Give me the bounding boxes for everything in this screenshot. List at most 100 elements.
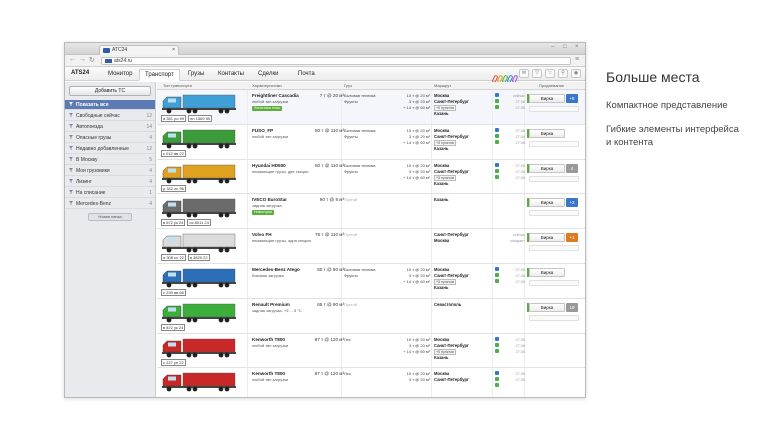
- birka-button[interactable]: Вирка: [529, 163, 565, 173]
- close-tab-icon[interactable]: ×: [172, 46, 175, 55]
- nav-mail[interactable]: Почта: [293, 69, 320, 81]
- extend-slot[interactable]: [529, 175, 579, 182]
- loading-type: ппывающие грузы, одна секция: [252, 238, 311, 244]
- app-navbar: ATS24 Монитор Транспорт Грузы Контакты С…: [65, 67, 585, 84]
- forward-icon[interactable]: →: [79, 56, 86, 63]
- table-row[interactable]: а 351 ро 99 ен 1569 55 Freightliner Cascad…: [157, 90, 585, 125]
- table-row[interactable]: в 872 ук 24 ос 8011 24 IVECO EuroStar задня…: [157, 194, 585, 230]
- license-plates: а 308 ос 22 в 3820 22: [161, 254, 212, 262]
- header-specs[interactable]: Характеристики: [252, 82, 282, 90]
- vehicle-name[interactable]: Freightliner Cascadia: [252, 93, 299, 98]
- table-row[interactable]: с 227 ун 22 Kenworth T800 любой тип загруз…: [157, 333, 585, 369]
- extend-control: Вирка +2: [527, 198, 580, 208]
- sidebar-item[interactable]: Показать все: [65, 100, 155, 110]
- vehicle-name[interactable]: Renault Premium: [252, 302, 290, 307]
- birka-button[interactable]: Вирка: [529, 198, 565, 208]
- nav-monitor[interactable]: Монитор: [103, 69, 137, 81]
- license-plate: а 308 ос 22: [161, 254, 186, 262]
- search-icon[interactable]: ⚲: [558, 69, 568, 78]
- table-row[interactable]: Kenworth T800 любой тип загрузки 87 т @ 12…: [157, 368, 585, 397]
- filter-icon: [69, 168, 73, 172]
- table-row[interactable]: а 308 ос 22 в 3820 22 Volvo FH ппывающие гр…: [157, 229, 585, 264]
- reload-icon[interactable]: ↻: [89, 56, 95, 64]
- header-type[interactable]: Тип транспорта: [163, 82, 192, 90]
- nav-deals[interactable]: Сделки: [253, 69, 283, 81]
- nav-cargo[interactable]: Грузы: [183, 69, 209, 81]
- promo-title: Больше места: [606, 69, 700, 85]
- extend-slot[interactable]: [529, 245, 579, 252]
- header-extend[interactable]: Продлевание: [539, 82, 564, 90]
- nav-contacts[interactable]: Контакты: [213, 69, 249, 81]
- table-row[interactable]: с 012 ав 22 FUSO_FP любой тип загрузки 50 т…: [157, 124, 585, 160]
- favorite-icon[interactable]: ☆: [545, 69, 555, 78]
- address-bar: ← → ↻ ats24.ru ≡: [65, 55, 585, 67]
- table-row[interactable]: р 342 ос 96 Hyundai HD500 ппывающие грузы,…: [157, 159, 585, 195]
- filter-icon: [69, 146, 73, 150]
- sidebar-item[interactable]: В Москву 5: [65, 155, 155, 165]
- back-icon[interactable]: ←: [69, 56, 76, 63]
- vehicle-name[interactable]: Kenworth T800: [252, 371, 285, 376]
- extend-count-badge[interactable]: +1: [566, 233, 578, 243]
- extend-slot[interactable]: [529, 314, 579, 321]
- sidebar-item[interactable]: Недавно добавленные 12: [65, 144, 155, 154]
- filter-icon: [69, 135, 73, 139]
- birka-button[interactable]: Вирка: [529, 233, 565, 243]
- header-cargo[interactable]: Груз: [344, 82, 352, 90]
- header-route[interactable]: Маршрут: [434, 82, 451, 90]
- sidebar-item[interactable]: Опасные грузы 4: [65, 133, 155, 143]
- extend-slot[interactable]: [529, 279, 579, 286]
- new-folder-button[interactable]: Новая папка: [88, 213, 132, 221]
- add-vehicle-button[interactable]: Добавить ТС: [69, 86, 151, 96]
- extend-count-badge[interactable]: 4: [566, 163, 578, 173]
- loading-type: ппывающие грузы, две секции: [252, 168, 309, 174]
- extend-slot[interactable]: [529, 140, 579, 147]
- sidebar-item-label: Лизинг: [76, 179, 92, 185]
- extend-count-badge[interactable]: +8: [566, 94, 578, 103]
- mail-icon[interactable]: ✉: [519, 69, 529, 78]
- extend-count-badge[interactable]: 19: [566, 302, 578, 312]
- truck-image: [162, 164, 236, 183]
- extend-slot[interactable]: [529, 210, 579, 217]
- truck-image: [162, 129, 236, 149]
- maximize-icon[interactable]: □: [563, 44, 567, 50]
- menu-icon[interactable]: ≡: [575, 56, 579, 63]
- sidebar-item-count: 12: [146, 146, 152, 152]
- minimize-icon[interactable]: –: [551, 44, 554, 50]
- route: Москва Санкт-Петербург +5 пунктов Казань: [434, 266, 469, 290]
- license-plate: в 872 ук 24: [161, 219, 186, 227]
- sidebar-item-label: Показать все: [76, 102, 109, 108]
- nav-transport[interactable]: Транспорт: [139, 69, 180, 81]
- sidebar-item[interactable]: Автопоезда 14: [65, 122, 155, 132]
- sidebar-item-count: 4: [149, 201, 152, 207]
- vehicle-name[interactable]: Mercedes-Benz Atego: [252, 267, 300, 272]
- extend-count-badge[interactable]: +2: [566, 198, 578, 208]
- url-input[interactable]: ats24.ru: [101, 57, 571, 65]
- cargo-specs: 10 т @ 20 м³ 3 т @ 20 м³ + 14 т @ 60 м³: [403, 162, 430, 180]
- cargo-list: Лес: [344, 371, 351, 377]
- sidebar-item-count: 14: [146, 124, 152, 130]
- birka-button[interactable]: Вирка: [529, 302, 565, 312]
- filter-icon[interactable]: ▽: [532, 69, 542, 78]
- user-icon[interactable]: ◉: [571, 69, 581, 78]
- birka-button[interactable]: Вирка: [529, 94, 565, 103]
- browser-tab[interactable]: ATC24 ×: [99, 45, 179, 55]
- birka-button[interactable]: Вирка: [529, 267, 565, 277]
- vehicle-name[interactable]: IVECO EuroStar: [252, 197, 287, 202]
- table-row[interactable]: с 239 ав 66 Mercedes-Benz Atego боковая за…: [157, 263, 585, 299]
- vehicle-name[interactable]: FUSO_FP: [252, 128, 273, 133]
- vehicle-name[interactable]: Hyundai HD500: [252, 163, 286, 168]
- vehicle-name[interactable]: Volvo FH: [252, 232, 272, 237]
- sidebar-item[interactable]: Свободные сейчас 12: [65, 111, 155, 121]
- close-window-icon[interactable]: ×: [575, 44, 579, 50]
- birka-button[interactable]: Вирка: [529, 128, 565, 138]
- extend-slot[interactable]: [529, 106, 579, 112]
- vehicle-name[interactable]: Kenworth T800: [252, 337, 285, 342]
- sidebar-item[interactable]: Лизинг 4: [65, 177, 155, 187]
- sidebar-item[interactable]: На списание 1: [65, 188, 155, 198]
- table-row[interactable]: в 872 ук 24 Renault Premium задняя загрузк…: [157, 298, 585, 334]
- sidebar-item[interactable]: Мои грузовики 4: [65, 166, 155, 176]
- truck-image: [162, 338, 236, 357]
- license-plate: ен 1569 55: [188, 115, 213, 122]
- extend-control: Вирка +1: [527, 233, 580, 243]
- sidebar-item[interactable]: Mercedes-Benz 4: [65, 199, 155, 209]
